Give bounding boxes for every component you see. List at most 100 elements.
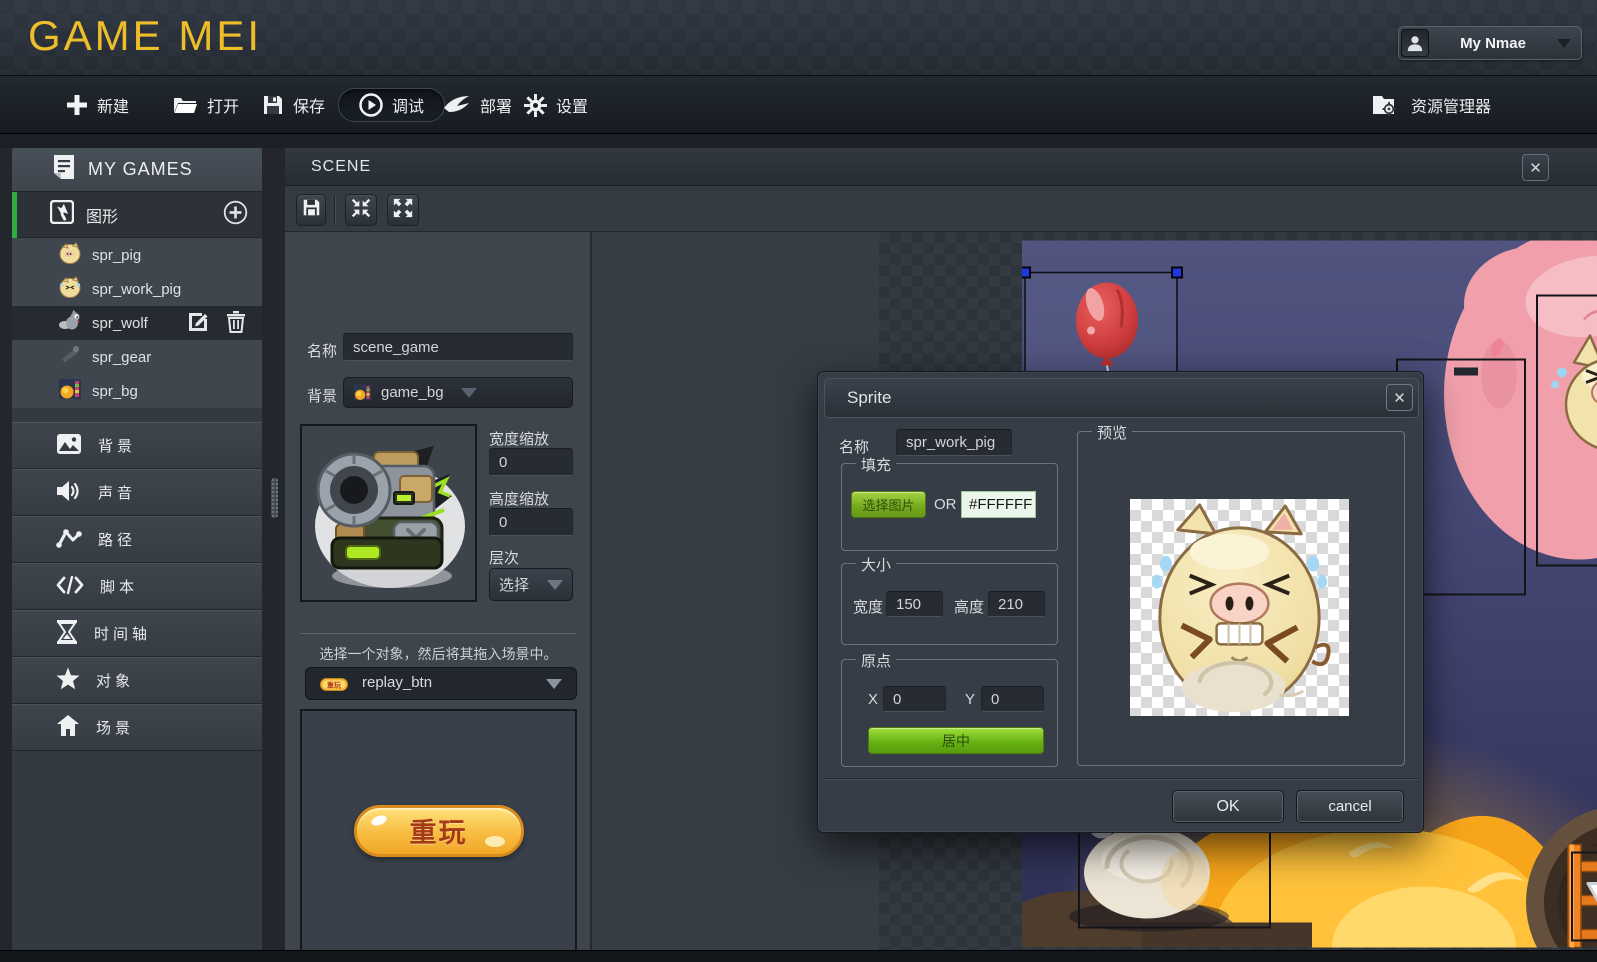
sidebar-item-graphics[interactable]: 图形 bbox=[12, 192, 262, 238]
hourglass-icon bbox=[56, 620, 78, 648]
origin-fieldset: 原点 X 0 Y 0 居中 bbox=[841, 659, 1058, 767]
height-input[interactable]: 210 bbox=[988, 591, 1045, 617]
save-button[interactable]: 保存 bbox=[262, 76, 325, 134]
cancel-button[interactable]: cancel bbox=[1297, 791, 1403, 822]
replay-btn-thumb: 重玩 bbox=[320, 678, 348, 696]
user-name: My Nmae bbox=[1429, 35, 1557, 52]
trash-icon[interactable] bbox=[226, 310, 246, 337]
sidebar-scrollbar[interactable] bbox=[271, 478, 278, 518]
height-label: 高度 bbox=[954, 596, 984, 617]
x-input[interactable]: 0 bbox=[883, 686, 946, 712]
spr-gear-thumb bbox=[58, 343, 82, 371]
new-button[interactable]: 新建 bbox=[66, 76, 129, 134]
divider bbox=[300, 633, 577, 634]
y-input[interactable]: 0 bbox=[981, 686, 1044, 712]
user-menu[interactable]: My Nmae bbox=[1398, 26, 1582, 60]
width-label: 宽度 bbox=[853, 596, 883, 617]
chevron-down-icon bbox=[461, 388, 477, 398]
code-icon bbox=[56, 575, 84, 599]
section-label: 时间轴 bbox=[94, 623, 151, 644]
collapse-view-button[interactable] bbox=[345, 194, 377, 226]
game-bg-thumb bbox=[353, 383, 372, 402]
add-sprite-button[interactable] bbox=[223, 200, 248, 230]
or-label: OR bbox=[934, 496, 957, 513]
layer-value: 选择 bbox=[499, 574, 529, 595]
sidebar-item-scene[interactable]: 场景 bbox=[12, 704, 262, 751]
sprite-item-spr-work-pig[interactable]: spr_work_pig bbox=[12, 272, 262, 306]
width-scale-input[interactable]: 0 bbox=[489, 448, 573, 476]
save-icon bbox=[302, 198, 321, 222]
sprite-name: spr_wolf bbox=[92, 315, 148, 332]
debug-button[interactable]: 调试 bbox=[338, 88, 445, 122]
origin-legend: 原点 bbox=[856, 650, 896, 671]
width-input[interactable]: 150 bbox=[886, 591, 943, 617]
graphics-icon bbox=[50, 200, 74, 229]
edit-icon[interactable] bbox=[188, 310, 210, 336]
drag-hint-text: 选择一个对象，然后将其拖入场景中。 bbox=[285, 644, 592, 664]
ok-button[interactable]: OK bbox=[1173, 791, 1283, 822]
save-label: 保存 bbox=[293, 93, 325, 117]
dialog-title: Sprite bbox=[847, 388, 891, 408]
hidden-sprite-top bbox=[1454, 368, 1478, 376]
x-label: X bbox=[868, 691, 878, 708]
object-dropdown[interactable]: 重玩 replay_btn bbox=[305, 667, 577, 700]
sprite-item-spr-bg[interactable]: spr_bg bbox=[12, 374, 262, 408]
sidebar-title-label: MY GAMES bbox=[88, 159, 193, 180]
sidebar-item-sound[interactable]: 声音 bbox=[12, 469, 262, 516]
app-header: GAME MEI My Nmae bbox=[0, 0, 1597, 76]
resource-manager-button[interactable]: 资源管理器 bbox=[1372, 76, 1491, 134]
sidebar-item-timeline[interactable]: 时间轴 bbox=[12, 610, 262, 657]
scene-save-button[interactable] bbox=[296, 194, 326, 226]
dialog-titlebar[interactable]: Sprite bbox=[824, 378, 1419, 418]
choose-image-button[interactable]: 选择图片 bbox=[851, 491, 926, 518]
gloss-highlight bbox=[369, 813, 387, 827]
close-icon: ✕ bbox=[1393, 389, 1406, 407]
background-label: 背景 bbox=[307, 385, 337, 406]
open-button[interactable]: 打开 bbox=[172, 76, 239, 134]
scene-name-input[interactable]: scene_game bbox=[343, 333, 573, 361]
scene-panel-close-button[interactable]: ✕ bbox=[1522, 154, 1549, 181]
active-indicator bbox=[12, 192, 17, 238]
scene-panel-titlebar: SCENE bbox=[285, 148, 1597, 186]
settings-button[interactable]: 设置 bbox=[524, 76, 588, 134]
save-icon bbox=[262, 94, 284, 116]
replay-button-image: 重玩 bbox=[354, 805, 524, 857]
sprite-item-spr-pig[interactable]: spr_pig bbox=[12, 238, 262, 272]
toolbar-shadow-strip bbox=[0, 134, 1597, 148]
layer-dropdown[interactable]: 选择 bbox=[489, 568, 573, 601]
fill-legend: 填充 bbox=[856, 454, 896, 475]
object-preview-panel: 重玩 bbox=[300, 709, 577, 952]
name-label: 名称 bbox=[307, 340, 337, 361]
expand-view-button[interactable] bbox=[387, 194, 419, 226]
section-label: 对象 bbox=[96, 670, 134, 691]
sidebar-title: MY GAMES bbox=[12, 148, 262, 192]
toolbar-divider bbox=[334, 196, 335, 224]
speaker-icon bbox=[56, 479, 82, 507]
spr-wolf-thumb bbox=[58, 309, 82, 337]
scene-panel-title: SCENE bbox=[311, 158, 371, 176]
chevron-down-icon bbox=[1557, 39, 1571, 48]
dialog-close-button[interactable]: ✕ bbox=[1386, 384, 1413, 411]
section-label: 背景 bbox=[98, 435, 136, 456]
play-icon bbox=[359, 93, 383, 117]
deploy-button[interactable]: 部署 bbox=[443, 76, 512, 134]
size-fieldset: 大小 宽度 150 高度 210 bbox=[841, 563, 1058, 645]
spr-bg-thumb bbox=[58, 377, 82, 405]
sprite-name-input[interactable]: spr_work_pig bbox=[896, 429, 1012, 456]
height-scale-input[interactable]: 0 bbox=[489, 508, 573, 536]
sidebar-item-script[interactable]: 脚本 bbox=[12, 563, 262, 610]
new-label: 新建 bbox=[97, 93, 129, 117]
fill-color-input[interactable]: #FFFFFF bbox=[961, 491, 1036, 518]
scene-toolbar bbox=[285, 186, 1597, 232]
sprite-item-spr-wolf[interactable]: spr_wolf bbox=[12, 306, 262, 340]
app-logo: GAME MEI bbox=[28, 12, 262, 60]
path-icon bbox=[56, 527, 82, 553]
sidebar-item-background[interactable]: 背景 bbox=[12, 422, 262, 469]
sidebar-item-path[interactable]: 路径 bbox=[12, 516, 262, 563]
plus-icon bbox=[66, 94, 88, 116]
collapse-icon bbox=[351, 198, 371, 223]
background-dropdown[interactable]: game_bg bbox=[343, 377, 573, 408]
center-button[interactable]: 居中 bbox=[868, 727, 1044, 754]
sprite-item-spr-gear[interactable]: spr_gear bbox=[12, 340, 262, 374]
sidebar-item-object[interactable]: 对象 bbox=[12, 657, 262, 704]
